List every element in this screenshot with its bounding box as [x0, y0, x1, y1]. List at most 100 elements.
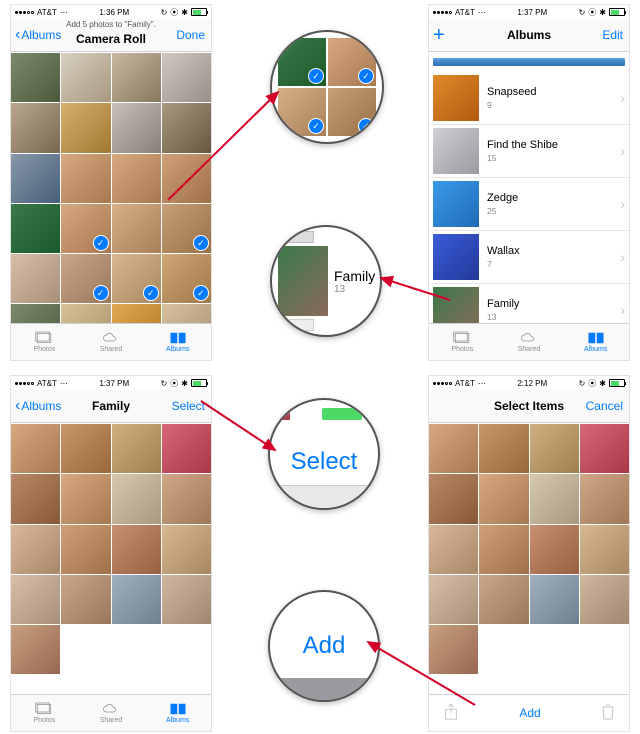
album-row[interactable]: Snapseed9 › [429, 72, 629, 125]
photo-thumb[interactable] [61, 575, 110, 624]
photo-thumb[interactable] [162, 154, 211, 203]
photo-thumb[interactable] [162, 53, 211, 102]
album-row[interactable]: Find the Shibe15 › [429, 125, 629, 178]
photo-thumb[interactable] [112, 154, 161, 203]
photo-thumb[interactable] [11, 575, 60, 624]
photo-thumb: ✓ [278, 38, 326, 86]
photo-thumb[interactable] [112, 204, 161, 253]
nav-title: Camera Roll [76, 32, 146, 46]
album-row-partial[interactable] [433, 58, 625, 66]
chevron-left-icon: ‹ [15, 30, 20, 40]
tab-albums[interactable]: Albums [144, 695, 211, 731]
photo-thumb[interactable] [112, 103, 161, 152]
photo-thumb[interactable] [162, 575, 211, 624]
tab-shared[interactable]: Shared [78, 324, 145, 360]
album-thumb [433, 128, 479, 174]
photo-thumb[interactable] [479, 474, 528, 523]
photo-thumb[interactable] [162, 103, 211, 152]
nav-title: Select Items [494, 399, 564, 413]
photo-thumb[interactable] [530, 525, 579, 574]
photo-thumb[interactable] [580, 525, 629, 574]
photo-thumb[interactable] [112, 575, 161, 624]
photos-icon [453, 331, 471, 345]
photo-thumb[interactable] [162, 304, 211, 323]
tab-photos[interactable]: Photos [11, 695, 78, 731]
select-button[interactable]: Select [172, 399, 205, 413]
photo-thumb[interactable] [530, 424, 579, 473]
photo-thumb[interactable] [530, 575, 579, 624]
photo-thumb[interactable]: ✓ [162, 204, 211, 253]
photo-thumb[interactable] [429, 474, 478, 523]
photo-thumb[interactable] [11, 154, 60, 203]
photo-thumb[interactable] [11, 625, 60, 674]
album-row[interactable]: Wallax7 › [429, 231, 629, 284]
photo-thumb[interactable] [530, 474, 579, 523]
photo-thumb[interactable] [61, 53, 110, 102]
album-row[interactable]: Zedge25 › [429, 178, 629, 231]
cancel-button[interactable]: Cancel [586, 399, 623, 413]
album-row[interactable]: Family13 › [429, 284, 629, 323]
tab-shared[interactable]: Shared [496, 324, 563, 360]
add-album-button[interactable]: + [433, 25, 445, 45]
photo-thumb[interactable] [580, 424, 629, 473]
photo-thumb[interactable] [112, 474, 161, 523]
photo-thumb[interactable] [162, 424, 211, 473]
photo-thumb[interactable] [429, 424, 478, 473]
tab-photos[interactable]: Photos [11, 324, 78, 360]
photo-thumb[interactable] [580, 474, 629, 523]
photo-thumb[interactable] [11, 304, 60, 323]
nav-bar: Select Items Cancel [429, 390, 629, 423]
photo-thumb[interactable] [11, 525, 60, 574]
photo-thumb[interactable] [61, 154, 110, 203]
photo-thumb[interactable] [61, 103, 110, 152]
bottom-toolbar: Add [429, 694, 629, 731]
back-button[interactable]: ‹Albums [15, 399, 61, 413]
tab-albums[interactable]: Albums [144, 324, 211, 360]
check-icon: ✓ [143, 285, 159, 301]
magnifier-family-row: Family 13 [270, 225, 382, 337]
photo-thumb[interactable] [112, 525, 161, 574]
photo-thumb[interactable] [61, 424, 110, 473]
albums-icon [169, 331, 187, 345]
photo-grid: ✓✓✓✓✓ [11, 52, 211, 323]
photo-thumb[interactable] [112, 424, 161, 473]
albums-icon [169, 702, 187, 716]
photo-thumb[interactable] [11, 254, 60, 303]
photo-thumb[interactable] [429, 625, 478, 674]
photo-thumb[interactable] [162, 525, 211, 574]
photo-thumb[interactable]: ✓ [112, 254, 161, 303]
photo-thumb[interactable] [479, 424, 528, 473]
photo-thumb[interactable] [479, 525, 528, 574]
photo-thumb[interactable] [429, 575, 478, 624]
done-button[interactable]: Done [176, 28, 205, 42]
photo-thumb[interactable] [112, 53, 161, 102]
photo-thumb[interactable] [61, 525, 110, 574]
edit-button[interactable]: Edit [602, 28, 623, 42]
photo-thumb[interactable] [61, 474, 110, 523]
tab-shared[interactable]: Shared [78, 695, 145, 731]
back-button[interactable]: ‹Albums [15, 28, 61, 42]
magnifier-selected-thumbs: ✓✓✓✓ [270, 30, 384, 144]
photo-thumb[interactable]: ✓ [61, 204, 110, 253]
photo-thumb[interactable] [11, 474, 60, 523]
photo-thumb[interactable] [580, 575, 629, 624]
photo-thumb[interactable] [112, 304, 161, 323]
chevron-right-icon: › [620, 90, 625, 106]
chevron-right-icon: › [620, 249, 625, 265]
photo-thumb[interactable]: ✓ [61, 254, 110, 303]
photo-thumb[interactable] [429, 525, 478, 574]
tab-albums[interactable]: Albums [562, 324, 629, 360]
photo-thumb[interactable] [11, 204, 60, 253]
album-name: Wallax [487, 245, 620, 258]
photo-thumb[interactable] [479, 575, 528, 624]
tab-photos[interactable]: Photos [429, 324, 496, 360]
photo-thumb[interactable] [11, 53, 60, 102]
photo-thumb[interactable] [61, 304, 110, 323]
album-name: Snapseed [487, 86, 620, 99]
photo-thumb[interactable] [11, 424, 60, 473]
magnifier-select: Select [268, 398, 380, 510]
photo-thumb[interactable]: ✓ [162, 254, 211, 303]
add-button[interactable]: Add [519, 706, 540, 720]
photo-thumb[interactable] [11, 103, 60, 152]
photo-thumb[interactable] [162, 474, 211, 523]
